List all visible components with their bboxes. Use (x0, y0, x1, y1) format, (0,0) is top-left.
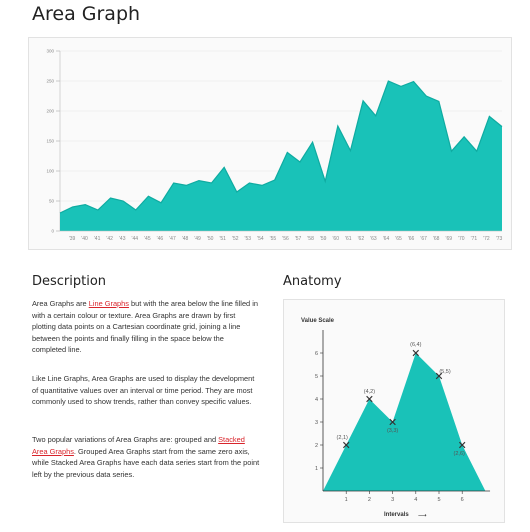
description-heading: Description (32, 274, 107, 289)
x-tick-label: '62 (358, 236, 365, 242)
value-scale-label: Value Scale (301, 318, 335, 324)
x-tick-label: '59 (320, 236, 327, 242)
anatomy-diagram-svg: Value Scale Intervals ⟶ 1 2 3 4 5 6 1 2 3 4 5 6 (2,1… (301, 318, 491, 519)
line-graphs-link[interactable]: Line Graphs (89, 299, 129, 308)
p3-text-before: Two popular variations of Area Graphs ar… (32, 435, 219, 444)
description-paragraph-1: Area Graphs are Line Graphs but with the… (32, 298, 260, 356)
anatomy-x-tick-label: 4 (414, 497, 417, 503)
area-chart: 0 50 100 150 200 250 300 '39 '40 '41 '42 '43 '44 '45 '… (28, 37, 512, 250)
x-tick-label: '43 (119, 236, 126, 242)
x-tick-label: '70 (458, 236, 465, 242)
x-tick-label: '40 (81, 236, 88, 242)
x-tick-label: '52 (232, 236, 239, 242)
anatomy-area-fill (323, 353, 486, 491)
description-paragraph-3: Two popular variations of Area Graphs ar… (32, 434, 260, 480)
x-tick-label: '68 (433, 236, 440, 242)
x-tick-label: '67 (420, 236, 427, 242)
x-tick-label: '60 (332, 236, 339, 242)
anatomy-x-tick-label: 5 (437, 497, 440, 503)
y-tick-label: 0 (51, 229, 54, 234)
y-tick-label: 50 (49, 199, 55, 204)
anatomy-y-tick-label: 5 (315, 374, 318, 380)
x-tick-label: '46 (157, 236, 164, 242)
area-fill (60, 81, 502, 231)
x-tick-label: '49 (194, 236, 201, 242)
anatomy-x-tick-label: 2 (368, 497, 371, 503)
x-tick-label: '56 (282, 236, 289, 242)
page-title: Area Graph (32, 3, 141, 25)
x-tick-label: '48 (182, 236, 189, 242)
x-tick-label: '55 (270, 236, 277, 242)
anatomy-diagram: Value Scale Intervals ⟶ 1 2 3 4 5 6 1 2 3 4 5 6 (2,1… (283, 299, 505, 523)
x-tick-label: '69 (445, 236, 452, 242)
data-point-label: (2,1) (337, 435, 348, 441)
anatomy-y-tick-label: 2 (315, 443, 318, 449)
y-tick-label: 300 (46, 49, 54, 54)
x-tick-label: '54 (257, 236, 264, 242)
x-tick-label: '64 (383, 236, 390, 242)
description-paragraph-2: Like Line Graphs, Area Graphs are used t… (32, 374, 255, 407)
anatomy-x-tick-label: 1 (345, 497, 348, 503)
x-tick-label: '42 (106, 236, 113, 242)
x-tick-label: '58 (307, 236, 314, 242)
x-tick-label: '45 (144, 236, 151, 242)
anatomy-heading: Anatomy (283, 274, 342, 289)
x-tick-label: '66 (408, 236, 415, 242)
x-tick-label: '44 (132, 236, 139, 242)
area-chart-svg: 0 50 100 150 200 250 300 '39 '40 '41 '42 '43 '44 '45 '… (46, 49, 503, 243)
anatomy-x-tick-label: 6 (461, 497, 464, 503)
y-tick-label: 250 (46, 79, 54, 84)
x-tick-label: '51 (219, 236, 226, 242)
x-tick-label: '65 (395, 236, 402, 242)
x-tick-label: '39 (69, 236, 76, 242)
anatomy-x-tick-label: 3 (391, 497, 394, 503)
x-tick-label: '61 (345, 236, 352, 242)
anatomy-y-tick-label: 3 (315, 420, 318, 426)
x-tick-label: '71 (471, 236, 478, 242)
x-tick-label: '41 (94, 236, 101, 242)
x-tick-label: '47 (169, 236, 176, 242)
x-tick-label: '50 (207, 236, 214, 242)
intervals-arrow-icon: ⟶ (418, 513, 427, 519)
intervals-label: Intervals (384, 512, 409, 518)
y-tick-label: 150 (46, 139, 54, 144)
y-tick-label: 200 (46, 109, 54, 114)
anatomy-y-tick-label: 4 (315, 397, 318, 403)
y-tick-label: 100 (46, 169, 54, 174)
data-point-label: (4,2) (364, 389, 375, 395)
x-tick-label: '63 (370, 236, 377, 242)
data-point-label: (5,5) (439, 369, 450, 375)
anatomy-y-tick-label: 6 (315, 351, 318, 357)
p1-text-before: Area Graphs are (32, 299, 89, 308)
data-point-label: (3,3) (387, 428, 398, 434)
x-tick-label: '53 (245, 236, 252, 242)
x-tick-label: '73 (496, 236, 503, 242)
data-point-label: (6,4) (410, 342, 421, 348)
data-point-label: (2,6) (454, 451, 465, 457)
x-tick-label: '72 (483, 236, 490, 242)
x-tick-label: '57 (295, 236, 302, 242)
anatomy-y-tick-label: 1 (315, 466, 318, 472)
